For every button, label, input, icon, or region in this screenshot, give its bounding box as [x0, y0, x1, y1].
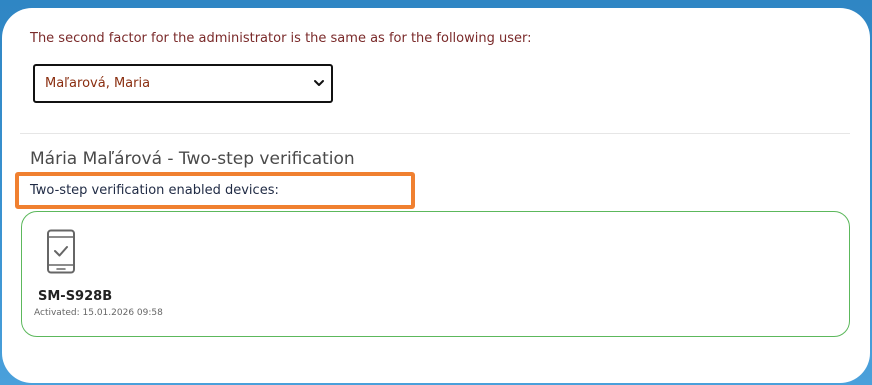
- section-divider: [20, 133, 850, 134]
- device-activated-label: Activated:: [34, 308, 80, 318]
- user-select-value: Maľarová, Maria: [45, 76, 151, 91]
- user-select[interactable]: Maľarová, Maria: [33, 64, 333, 103]
- chevron-down-icon: [314, 80, 324, 86]
- device-activated: Activated: 15.01.2026 09:58: [34, 308, 163, 318]
- device-card[interactable]: [21, 211, 850, 337]
- device-activated-value: 15.01.2026 09:58: [82, 308, 163, 318]
- section-title: Mária Maľárová - Two-step verification: [30, 149, 355, 169]
- devices-label: Two-step verification enabled devices:: [30, 183, 279, 198]
- intro-text: The second factor for the administrator …: [30, 31, 532, 46]
- device-name: SM-S928B: [38, 289, 113, 304]
- phone-check-icon: [47, 229, 75, 274]
